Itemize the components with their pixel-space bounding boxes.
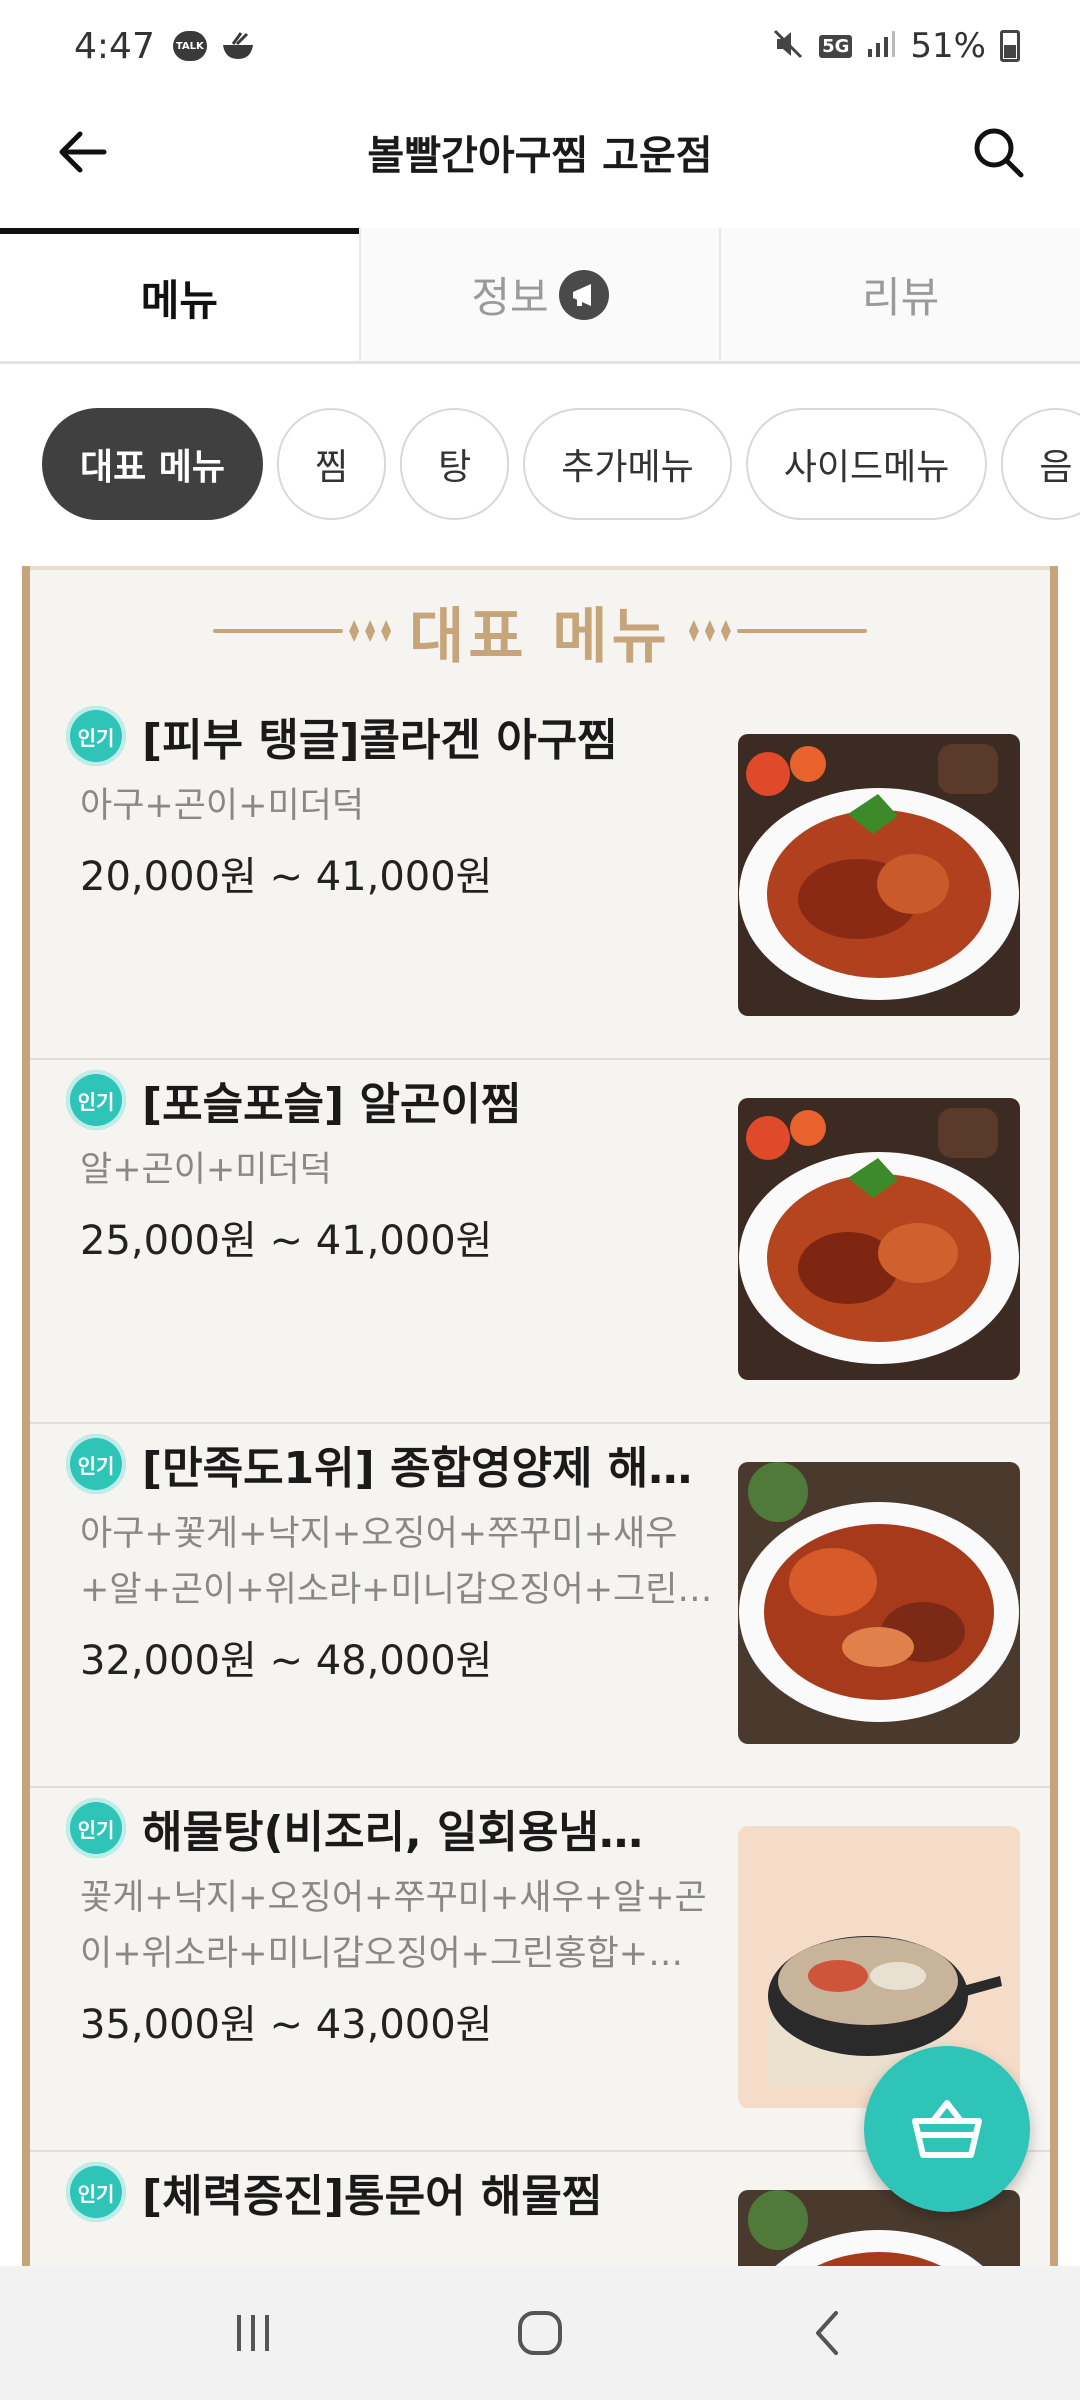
menu-panel: 대표 메뉴 인기 [피부 탱글]콜라겐 아구찜 아구+곤이+미더덕 20,000… [22,566,1058,2266]
recent-apps-icon [237,2315,270,2351]
ornament-left [213,620,392,642]
category-chips: 대표 메뉴 찜 탕 추가메뉴 사이드메뉴 음 [42,408,1080,522]
chevron-left-icon [815,2311,838,2355]
section-header: 대표 메뉴 [30,566,1050,696]
menu-item-title: [만족도1위] 종합영양제 해… [142,1443,693,1494]
chip-tang[interactable]: 탕 [400,408,510,520]
menu-item[interactable]: 인기 [포슬포슬] 알곤이찜 알+곤이+미더덕 25,000원 ~ 41,000… [30,1060,1050,1424]
megaphone-icon [558,269,609,320]
chip-side-menu[interactable]: 사이드메뉴 [745,408,988,520]
status-right-icons: 5G 51% [771,26,1020,66]
kakaotalk-icon: TALK [172,31,207,61]
chip-drinks[interactable]: 음 [1001,408,1080,520]
menu-item-text: 인기 [포슬포슬] 알곤이찜 알+곤이+미더덕 25,000원 ~ 41,000… [66,1060,716,1266]
popular-badge: 인기 [66,2162,126,2222]
home-button[interactable] [480,2283,600,2383]
tab-review-label: 리뷰 [862,273,940,322]
menu-item[interactable]: 인기 [만족도1위] 종합영양제 해… 아구+꽃게+낙지+오징어+쭈꾸미+새우+… [30,1424,1050,1788]
search-button[interactable] [960,114,1036,190]
tab-info[interactable]: 정보 [358,228,720,361]
page-title: 볼빨간아구찜 고운점 [367,133,713,179]
menu-item-title: [포슬포슬] 알곤이찜 [142,1079,522,1130]
recent-apps-button[interactable] [193,2283,313,2383]
system-back-button[interactable] [767,2283,887,2383]
menu-item-text: 인기 해물탕(비조리, 일회용냄… 꽃게+낙지+오징어+쭈꾸미+새우+알+곤이+… [66,1788,716,2050]
menu-item-desc: 알+곤이+미더덕 [80,1150,332,1190]
app-bar: 볼빨간아구찜 고운점 [0,92,1080,212]
ornament-right [688,620,867,642]
chip-extra-menu[interactable]: 추가메뉴 [523,408,732,520]
system-nav-bar [0,2266,1080,2400]
popular-badge: 인기 [66,706,126,766]
menu-item[interactable]: 인기 [피부 탱글]콜라겐 아구찜 아구+곤이+미더덕 20,000원 ~ 41… [30,696,1050,1060]
notification-icons: TALK [172,31,255,61]
popular-badge: 인기 [66,1070,126,1130]
mute-icon [771,27,805,65]
popular-badge: 인기 [66,1798,126,1858]
menu-item-text: 인기 [피부 탱글]콜라겐 아구찜 아구+곤이+미더덕 20,000원 ~ 41… [66,696,716,902]
signal-icon [866,29,896,63]
search-icon [974,128,1024,178]
menu-item-desc: 아구+꽃게+낙지+오징어+쭈꾸미+새우+알+곤이+위소라+미니갑오징어+그린… [80,1514,713,1610]
basket-icon [912,2100,982,2158]
chip-jjim[interactable]: 찜 [277,408,387,520]
tab-info-label: 정보 [471,273,549,322]
battery-icon [1000,30,1020,62]
menu-item-title: 해물탕(비조리, 일회용냄… [142,1807,643,1858]
network-5g-icon: 5G [819,34,853,58]
menu-item-desc: 아구+곤이+미더덕 [80,786,365,826]
popular-badge: 인기 [66,1434,126,1494]
menu-item-title: [체력증진]통문어 해물찜 [142,2171,603,2222]
food-bowl-icon [221,31,255,61]
menu-item-image [738,1462,1020,1744]
menu-item-text: 인기 [체력증진]통문어 해물찜 [66,2152,716,2224]
menu-item-price: 20,000원 ~ 41,000원 [80,854,493,900]
menu-item-price: 32,000원 ~ 48,000원 [80,1638,493,1684]
tab-menu-label: 메뉴 [140,276,218,325]
menu-item-image [738,734,1020,1016]
status-time: 4:47 [74,25,155,67]
tab-review[interactable]: 리뷰 [719,228,1080,361]
status-bar: 4:47 TALK 5G 51% [0,0,1080,92]
menu-item-image [738,1098,1020,1380]
cart-button[interactable] [864,2046,1030,2212]
battery-percent: 51% [910,26,986,66]
menu-item-title: [피부 탱글]콜라겐 아구찜 [142,715,618,766]
menu-item-price: 35,000원 ~ 43,000원 [80,2002,493,2048]
tab-menu[interactable]: 메뉴 [0,228,359,361]
chip-signature-menu[interactable]: 대표 메뉴 [42,408,264,520]
back-button[interactable] [44,114,120,190]
menu-item-text: 인기 [만족도1위] 종합영양제 해… 아구+꽃게+낙지+오징어+쭈꾸미+새우+… [66,1424,716,1686]
arrow-left-icon [59,131,107,173]
tab-bar: 메뉴 정보 리뷰 [0,228,1080,364]
section-title: 대표 메뉴 [409,601,671,672]
home-icon [517,2311,562,2355]
menu-item-price: 25,000원 ~ 41,000원 [80,1218,493,1264]
menu-item-desc: 꽃게+낙지+오징어+쭈꾸미+새우+알+곤이+위소라+미니갑오징어+그린홍합+… [80,1878,707,1974]
